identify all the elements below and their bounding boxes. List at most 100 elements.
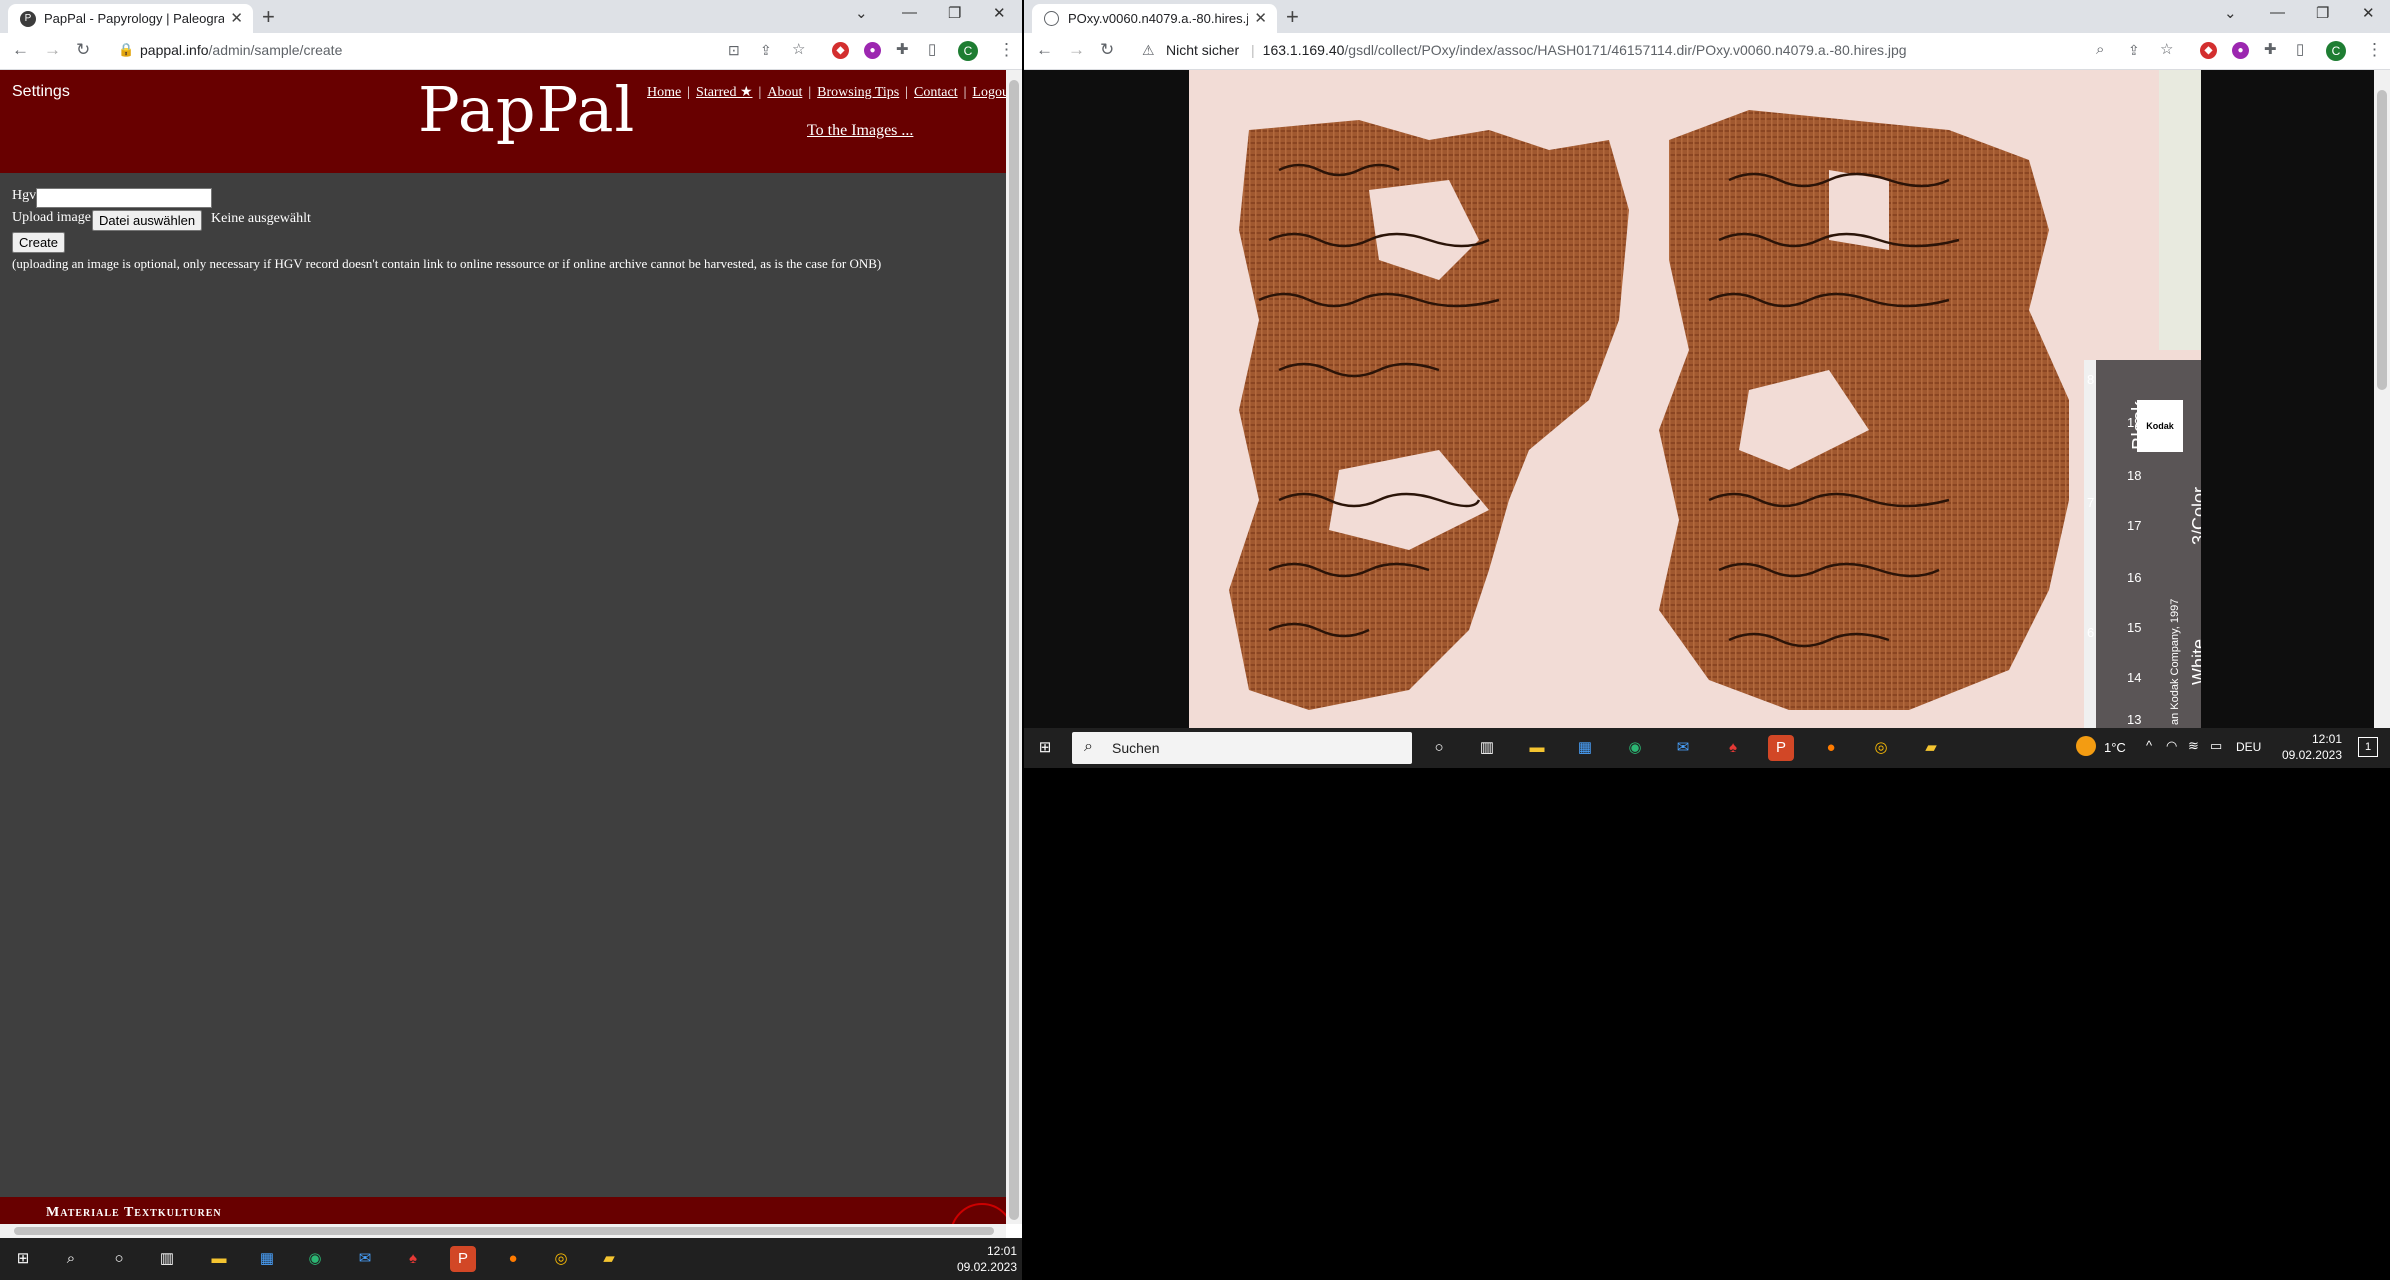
bookmark-star-icon[interactable]: ☆ (792, 41, 805, 59)
store-icon[interactable]: ▦ (254, 1246, 280, 1272)
scroll-thumb-right[interactable] (2377, 90, 2387, 390)
back-icon[interactable]: ← (12, 41, 29, 59)
close-window-icon[interactable]: ✕ (993, 4, 1006, 22)
vertical-scrollbar[interactable] (1006, 70, 1022, 1224)
new-tab-right-icon[interactable]: + (1286, 5, 1299, 29)
mail-icon[interactable]: ✉ (352, 1246, 378, 1272)
share-icon[interactable]: ⇪ (760, 41, 772, 59)
close-tab-icon[interactable]: ✕ (230, 9, 243, 27)
ruler-white-text: White (2189, 638, 2201, 685)
papyrus-image[interactable]: 8 19 18 7 17 16 15 6 14 13 Kodak Black 3… (1189, 70, 2201, 728)
profile-avatar-right[interactable]: C (2326, 41, 2346, 61)
weather-icon[interactable] (2076, 736, 2096, 756)
firefox-right-icon[interactable]: ● (1818, 735, 1844, 761)
tray-chevron-icon[interactable]: ^ (2146, 738, 2152, 753)
extensions-puzzle-icon[interactable]: ✚ (896, 41, 909, 59)
settings-link[interactable]: Settings (12, 83, 70, 101)
side-panel-icon[interactable]: ▯ (928, 41, 936, 59)
taskbar-clock-right[interactable]: 12:01 09.02.2023 (2270, 731, 2342, 763)
notification-icon[interactable]: 1 (2358, 737, 2378, 757)
network-icon[interactable]: ◠ (2166, 738, 2177, 754)
restore-icon[interactable]: ❐ (948, 4, 961, 22)
menu-dots-icon[interactable]: ⋮ (998, 41, 1015, 59)
task-view-icon[interactable]: ▥ (154, 1246, 180, 1272)
close-window-right-icon[interactable]: ✕ (2362, 4, 2375, 22)
cortana-icon[interactable]: ○ (106, 1246, 132, 1272)
pappal-logo[interactable]: PapPal (418, 73, 635, 146)
profile-avatar[interactable]: C (958, 41, 978, 61)
lock-icon[interactable]: 🔒 (118, 41, 134, 59)
choose-file-button[interactable]: Datei auswählen (92, 210, 203, 231)
chrome-icon[interactable]: ◎ (548, 1246, 574, 1272)
bookmark-right-icon[interactable]: ☆ (2160, 41, 2173, 59)
tab-search-chevron-icon[interactable]: ⌄ (855, 4, 868, 22)
tab-search-right-icon[interactable]: ⌄ (2224, 4, 2237, 22)
extensions-right-icon[interactable]: ✚ (2264, 41, 2277, 59)
nav-browsing-tips[interactable]: Browsing Tips (817, 85, 899, 100)
translate-icon[interactable]: ⊡ (728, 41, 740, 59)
hscroll-thumb[interactable] (14, 1227, 994, 1235)
menu-dots-right-icon[interactable]: ⋮ (2366, 41, 2383, 59)
acrobat-icon[interactable]: ♠ (400, 1246, 426, 1272)
firefox-icon[interactable]: ● (500, 1246, 526, 1272)
side-panel-right-icon[interactable]: ▯ (2296, 41, 2304, 59)
files-app-icon[interactable]: ▰ (596, 1246, 622, 1272)
store-right-icon[interactable]: ▦ (1572, 735, 1598, 761)
extension-red-icon[interactable]: ◆ (832, 42, 849, 59)
vertical-scrollbar-right[interactable] (2374, 70, 2390, 728)
battery-icon[interactable]: ▭ (2210, 738, 2222, 754)
edge-right-icon[interactable]: ◉ (1622, 735, 1648, 761)
wifi-icon[interactable]: ≋ (2188, 738, 2199, 754)
extension-purple-right-icon[interactable]: ● (2232, 42, 2249, 59)
nav-logout[interactable]: Logou (972, 85, 1006, 100)
create-button[interactable]: Create (12, 232, 66, 253)
new-tab-icon[interactable]: + (262, 5, 275, 29)
address-bar-right[interactable]: Nicht sicher | 163.1.169.40/gsdl/collect/… (1166, 41, 1907, 59)
taskbar-clock[interactable]: 12:01 09.02.2023 (945, 1243, 1017, 1275)
forward-icon[interactable]: → (44, 41, 61, 59)
warning-icon[interactable]: ⚠ (1142, 41, 1155, 59)
nav-about[interactable]: About (767, 85, 802, 100)
tab-pappal[interactable]: P PapPal - Papyrology | Paleograph ✕ (8, 4, 253, 33)
close-tab-right-icon[interactable]: ✕ (1254, 9, 1267, 27)
minimize-right-icon[interactable]: — (2270, 4, 2285, 21)
address-bar[interactable]: pappal.info/admin/sample/create (140, 41, 342, 59)
footer-text[interactable]: Materiale Textkulturen (46, 1205, 222, 1221)
files-app-right-icon[interactable]: ▰ (1918, 735, 1944, 761)
nav-starred[interactable]: Starred ★ (696, 85, 752, 100)
minimize-icon[interactable]: — (902, 4, 917, 21)
zoom-icon[interactable]: ⌕ (2096, 41, 2104, 59)
weather-temp[interactable]: 1°C (2104, 740, 2126, 755)
hgv-input[interactable] (36, 188, 212, 208)
edge-icon[interactable]: ◉ (302, 1246, 328, 1272)
extension-red-right-icon[interactable]: ◆ (2200, 42, 2217, 59)
powerpoint-icon[interactable]: P (450, 1246, 476, 1272)
to-the-images-link[interactable]: To the Images ... (807, 122, 913, 140)
url-host-right: 163.1.169.40 (1262, 42, 1345, 58)
powerpoint-right-icon[interactable]: P (1768, 735, 1794, 761)
language-indicator[interactable]: DEU (2236, 740, 2261, 754)
chrome-right-icon[interactable]: ◎ (1868, 735, 1894, 761)
cortana-right-icon[interactable]: ○ (1426, 735, 1452, 761)
share-right-icon[interactable]: ⇪ (2128, 41, 2140, 59)
nav-contact[interactable]: Contact (914, 85, 958, 100)
scroll-thumb[interactable] (1009, 80, 1019, 1220)
back-right-icon[interactable]: ← (1036, 41, 1053, 59)
acrobat-right-icon[interactable]: ♠ (1720, 735, 1746, 761)
horizontal-scrollbar[interactable] (0, 1224, 1006, 1238)
search-icon[interactable]: ⌕ (58, 1246, 84, 1272)
forward-right-icon[interactable]: → (1068, 41, 1085, 59)
reload-icon[interactable]: ↻ (76, 41, 90, 59)
reload-right-icon[interactable]: ↻ (1100, 41, 1114, 59)
file-explorer-right-icon[interactable]: ▬ (1524, 735, 1550, 761)
task-view-right-icon[interactable]: ▥ (1474, 735, 1500, 761)
nav-home[interactable]: Home (647, 85, 681, 100)
restore-right-icon[interactable]: ❐ (2316, 4, 2329, 22)
file-explorer-icon[interactable]: ▬ (206, 1246, 232, 1272)
windows-start-right-icon[interactable]: ⊞ (1032, 735, 1058, 761)
windows-start-icon[interactable]: ⊞ (10, 1246, 36, 1272)
extension-purple-icon[interactable]: ● (864, 42, 881, 59)
tab-image[interactable]: POxy.v0060.n4079.a.-80.hires.jpg ✕ (1032, 4, 1277, 33)
mail-right-icon[interactable]: ✉ (1670, 735, 1696, 761)
taskbar-search-box[interactable]: ⌕ Suchen (1072, 732, 1412, 764)
